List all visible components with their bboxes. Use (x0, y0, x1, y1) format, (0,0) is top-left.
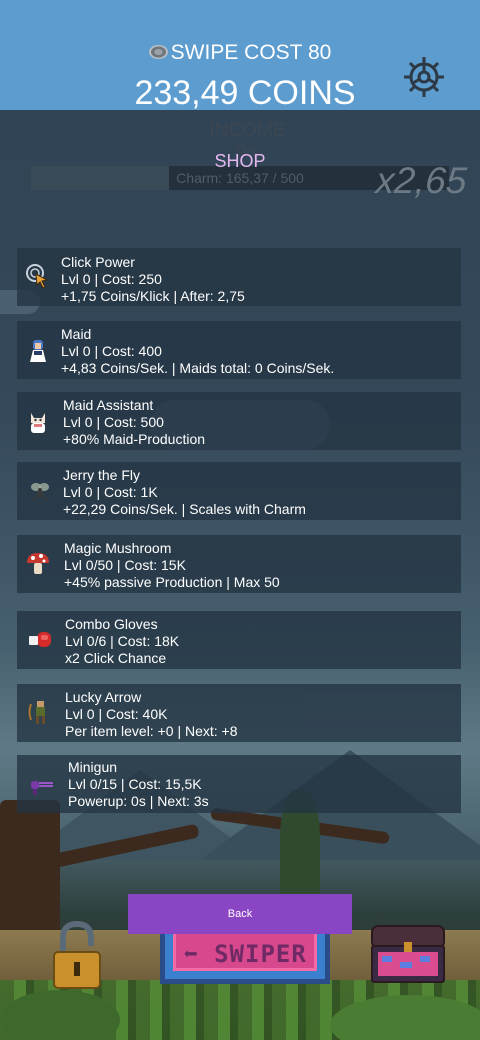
item-name: Magic Mushroom (64, 540, 172, 556)
maid-icon (30, 340, 46, 362)
click-cursor-icon (26, 264, 49, 289)
coin-icon (148, 45, 168, 59)
item-name: Jerry the Fly (63, 467, 141, 483)
shop-item-jerry-the-fly[interactable]: Jerry the Fly Lvl 0 | Cost: 1K +22,29 Co… (17, 462, 461, 520)
shop-item-minigun[interactable]: Minigun Lvl 0/15 | Cost: 15,5K Powerup: … (17, 755, 461, 813)
item-level-cost: Lvl 0 | Cost: 250 (61, 271, 162, 287)
item-level-cost: Lvl 0/15 | Cost: 15,5K (68, 776, 202, 792)
shop-item-maid-assistant[interactable]: Maid Assistant Lvl 0 | Cost: 500 +80% Ma… (17, 392, 461, 450)
item-effect: +4,83 Coins/Sek. | Maids total: 0 Coins/… (61, 360, 335, 376)
shop-item-lucky-arrow[interactable]: Lucky Arrow Lvl 0 | Cost: 40K Per item l… (17, 684, 461, 742)
item-level-cost: Lvl 0 | Cost: 500 (63, 414, 164, 430)
item-level-cost: Lvl 0 | Cost: 1K (63, 484, 158, 500)
item-effect: x2 Click Chance (65, 650, 167, 666)
item-effect: Per item level: +0 | Next: +8 (65, 723, 238, 739)
padlock-icon[interactable] (52, 918, 102, 990)
item-effect: Powerup: 0s | Next: 3s (68, 793, 209, 809)
item-level-cost: Lvl 0 | Cost: 400 (61, 343, 162, 359)
multiplier-label: x2,65 (374, 160, 468, 201)
swiper-label: ⬅ SWIPER (183, 940, 307, 968)
treasure-chest-icon[interactable] (370, 922, 446, 984)
item-effect: +22,29 Coins/Sek. | Scales with Charm (63, 501, 306, 517)
archer-icon (28, 701, 45, 724)
item-level-cost: Lvl 0/6 | Cost: 18K (65, 633, 180, 649)
item-level-cost: Lvl 0/50 | Cost: 15K (64, 557, 186, 573)
shop-item-click-power[interactable]: Click Power Lvl 0 | Cost: 250 +1,75 Coin… (17, 248, 461, 306)
shop-item-combo-gloves[interactable]: Combo Gloves Lvl 0/6 | Cost: 18K x2 Clic… (17, 611, 461, 669)
shop-item-magic-mushroom[interactable]: Magic Mushroom Lvl 0/50 | Cost: 15K +45%… (17, 535, 461, 593)
top-bar: SWIPE COST 80 233,49 COINS (0, 0, 480, 112)
arrow-left-icon: ⬅ (183, 940, 199, 968)
mushroom-icon (27, 553, 49, 574)
boxing-glove-icon (29, 632, 51, 647)
shop-item-maid[interactable]: Maid Lvl 0 | Cost: 400 +4,83 Coins/Sek. … (17, 321, 461, 379)
back-button[interactable]: Back (128, 894, 352, 934)
minigun-icon (31, 781, 53, 795)
item-name: Lucky Arrow (65, 689, 142, 705)
swiper-button-face: ⬅ SWIPER (173, 931, 317, 971)
cat-maid-icon (31, 413, 45, 433)
income-label: INCOME (209, 120, 286, 141)
item-name: Maid (61, 326, 92, 342)
swipe-cost-label: SWIPE COST 80 (170, 41, 332, 64)
item-effect: +45% passive Production | Max 50 (64, 574, 280, 590)
item-name: Minigun (68, 759, 118, 775)
fly-icon (31, 483, 49, 501)
item-name: Click Power (61, 254, 135, 270)
item-name: Maid Assistant (63, 397, 154, 413)
item-name: Combo Gloves (65, 616, 158, 632)
tree-trunk (0, 800, 60, 940)
item-effect: +1,75 Coins/Klick | After: 2,75 (61, 288, 245, 304)
item-effect: +80% Maid-Production (63, 431, 206, 447)
gear-icon[interactable] (401, 54, 447, 100)
item-level-cost: Lvl 0 | Cost: 40K (65, 706, 168, 722)
